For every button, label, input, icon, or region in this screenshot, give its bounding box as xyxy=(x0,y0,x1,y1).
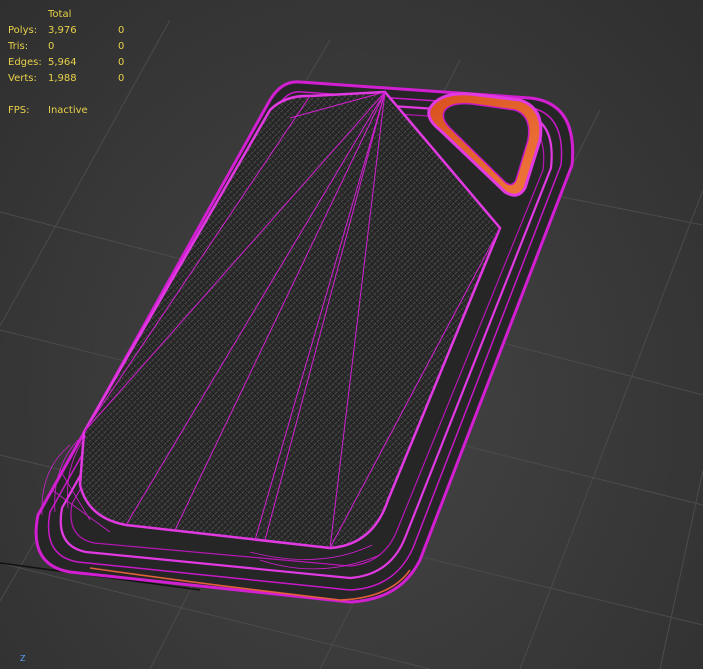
axis-gizmo-z-label: Z xyxy=(20,654,26,663)
stats-total: 3,976 xyxy=(48,25,77,36)
stats-selected: 0 xyxy=(118,25,125,36)
stats-selected: 0 xyxy=(118,73,125,84)
stats-label: Verts: xyxy=(8,73,37,84)
fps-value: Inactive xyxy=(48,105,88,116)
stats-total: 0 xyxy=(48,41,55,52)
stats-header: Total xyxy=(48,9,72,20)
scene-canvas[interactable] xyxy=(0,0,703,669)
stats-selected: 0 xyxy=(118,57,125,68)
stats-label: Tris: xyxy=(8,41,29,52)
stats-total: 1,988 xyxy=(48,73,77,84)
viewport-3d[interactable]: Total Polys: 3,976 0 Tris: 0 0 Edges: 5,… xyxy=(0,0,703,669)
tag-mesh[interactable] xyxy=(34,80,575,604)
stats-total: 5,964 xyxy=(48,57,77,68)
fps-label: FPS: xyxy=(8,105,30,116)
stats-label: Polys: xyxy=(8,25,38,36)
stats-label: Edges: xyxy=(8,57,42,68)
stats-selected: 0 xyxy=(118,41,125,52)
